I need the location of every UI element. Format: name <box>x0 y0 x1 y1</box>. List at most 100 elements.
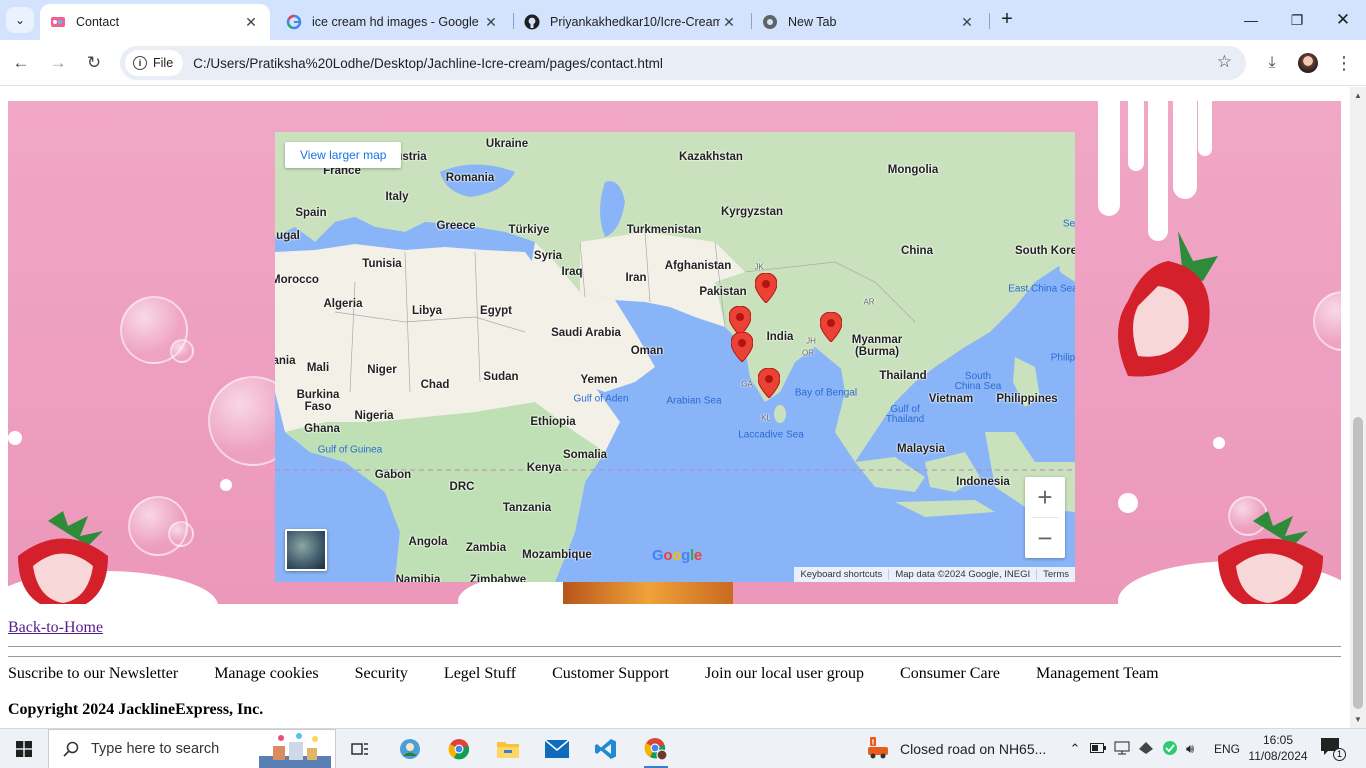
page-viewport: Ukraine Kazakhstan Mongolia Romania Fran… <box>0 87 1350 728</box>
battery-icon[interactable] <box>1090 742 1106 756</box>
copyright-text: Copyright 2024 JacklineExpress, Inc. <box>8 701 264 718</box>
tab-search-button[interactable]: ⌄ <box>6 7 34 33</box>
search-icon <box>63 741 79 757</box>
address-bar[interactable]: i File C:/Users/Pratiksha%20Lodhe/Deskto… <box>120 46 1246 80</box>
windows-logo-icon <box>16 741 32 757</box>
security-shield-icon[interactable] <box>1162 740 1178 759</box>
close-tab-icon[interactable]: ✕ <box>720 14 738 31</box>
vscode-icon[interactable] <box>586 733 626 765</box>
zoom-in-button[interactable]: + <box>1025 477 1065 517</box>
satellite-toggle-button[interactable] <box>285 529 327 571</box>
zoom-out-button[interactable]: − <box>1025 518 1065 558</box>
map-label: Oman <box>630 345 664 357</box>
notification-center-icon[interactable]: 1 <box>1320 737 1346 761</box>
url-text[interactable]: C:/Users/Pratiksha%20Lodhe/Desktop/Jachl… <box>193 56 663 71</box>
close-window-icon[interactable]: ✕ <box>1320 0 1366 40</box>
site-info-chip[interactable]: i File <box>125 50 184 76</box>
map-label: Iraq <box>561 266 583 278</box>
file-explorer-icon[interactable] <box>488 733 528 765</box>
close-tab-icon[interactable]: ✕ <box>242 14 260 31</box>
milk-splash <box>220 479 232 491</box>
info-icon: i <box>133 56 147 70</box>
tab-title: Contact <box>76 15 120 29</box>
restore-icon[interactable]: ❐ <box>1274 0 1320 40</box>
map-label: Egypt <box>480 305 512 317</box>
map-label: Ukraine <box>485 138 529 150</box>
task-view-icon[interactable] <box>340 733 380 765</box>
browser-toolbar: ← → ↻ i File C:/Users/Pratiksha%20Lodhe/… <box>0 40 1366 86</box>
footer-link-legal[interactable]: Legel Stuff <box>444 665 516 683</box>
map-water-label: Gulf of Thailand <box>885 404 925 425</box>
terms-link[interactable]: Terms <box>1036 569 1075 580</box>
google-logo: Google <box>652 547 702 564</box>
download-icon[interactable]: ⤓ <box>1259 50 1285 76</box>
map-label: Burkina Faso <box>296 389 340 413</box>
kebab-menu-icon[interactable]: ⋮ <box>1331 50 1357 76</box>
chrome-profile-taskbar-icon[interactable] <box>636 733 676 768</box>
weather-traffic-widget[interactable]: ! Closed road on NH65... <box>866 729 1046 768</box>
map-label: Afghanistan <box>664 260 732 272</box>
footer-link-support[interactable]: Customer Support <box>552 665 669 683</box>
people-app-icon[interactable] <box>390 733 430 765</box>
footer-link-cookies[interactable]: Manage cookies <box>214 665 318 683</box>
back-arrow-icon[interactable]: ← <box>8 50 34 76</box>
footer-link-consumer-care[interactable]: Consumer Care <box>900 665 1000 683</box>
location-pin-icon[interactable] <box>758 368 780 398</box>
location-pin-icon[interactable] <box>731 332 753 362</box>
map-label: China <box>901 245 933 257</box>
map-label: Malaysia <box>897 443 945 455</box>
mail-icon[interactable] <box>537 733 577 765</box>
bookmark-star-icon[interactable]: ☆ <box>1217 52 1232 72</box>
traffic-alert-icon: ! <box>868 737 888 759</box>
tab-google-images[interactable]: ice cream hd images - Google S ✕ <box>276 4 510 40</box>
tab-github[interactable]: Priyankakhedkar10/Icre-Cream ✕ <box>514 4 748 40</box>
footer-link-newsletter[interactable]: Suscribe to our Newsletter <box>8 665 178 683</box>
close-tab-icon[interactable]: ✕ <box>958 14 976 31</box>
new-tab-plus-icon[interactable]: + <box>996 8 1018 30</box>
minimize-icon[interactable]: — <box>1228 0 1274 40</box>
footer-link-management[interactable]: Management Team <box>1036 665 1159 683</box>
map-water-label: Se <box>1062 218 1075 230</box>
file-label: File <box>153 56 174 70</box>
map-water-label: Gulf of Aden <box>573 393 629 405</box>
contact-banner: Ukraine Kazakhstan Mongolia Romania Fran… <box>8 101 1341 604</box>
windows-start-button[interactable] <box>0 729 48 768</box>
map-zoom-controls: + − <box>1025 477 1065 558</box>
map-water-label: Arabian Sea <box>666 395 722 407</box>
language-indicator[interactable]: ENG <box>1214 742 1240 756</box>
map-label: Kyrgyzstan <box>721 206 783 218</box>
map-label: Türkiye <box>508 224 550 236</box>
location-pin-icon[interactable] <box>820 312 842 342</box>
footer-link-security[interactable]: Security <box>355 665 408 683</box>
view-larger-map-link[interactable]: View larger map <box>285 142 402 168</box>
map-data-text: Map data ©2024 Google, INEGI <box>888 569 1036 580</box>
reload-icon[interactable]: ↻ <box>81 50 107 76</box>
strawberry-image <box>1218 511 1323 604</box>
scroll-down-icon[interactable]: ▼ <box>1354 715 1362 724</box>
system-clock[interactable]: 16:05 11/08/2024 <box>1246 732 1310 764</box>
onedrive-icon[interactable] <box>1138 741 1154 758</box>
map-label: Zambia <box>465 542 507 554</box>
network-icon[interactable] <box>1114 741 1130 758</box>
tab-title: Priyankakhedkar10/Icre-Cream <box>550 15 720 29</box>
scroll-up-icon[interactable]: ▲ <box>1354 91 1362 100</box>
map-label: Mongolia <box>887 164 939 176</box>
show-hidden-icons-chevron-icon[interactable]: ⌃ <box>1066 741 1084 757</box>
tab-contact[interactable]: Contact ✕ <box>40 4 270 40</box>
footer-link-user-group[interactable]: Join our local user group <box>705 665 864 683</box>
map-region-label: AR <box>863 297 875 307</box>
forward-arrow-icon[interactable]: → <box>45 50 71 76</box>
taskbar-search-box[interactable]: Type here to search <box>48 729 336 768</box>
close-tab-icon[interactable]: ✕ <box>482 14 500 31</box>
keyboard-shortcuts-link[interactable]: Keyboard shortcuts <box>794 569 888 580</box>
embedded-google-map[interactable]: Ukraine Kazakhstan Mongolia Romania Fran… <box>275 132 1075 582</box>
volume-icon[interactable]: 🔊︎ <box>1186 741 1202 757</box>
back-to-home-link[interactable]: Back-to-Home <box>8 619 103 637</box>
scrollbar-thumb[interactable] <box>1353 417 1363 709</box>
profile-avatar[interactable] <box>1295 50 1321 76</box>
tab-new-tab[interactable]: New Tab ✕ <box>752 4 986 40</box>
chrome-taskbar-icon[interactable] <box>439 733 479 765</box>
map-label: Saudi Arabia <box>551 327 621 339</box>
page-scrollbar[interactable]: ▲ ▼ <box>1350 87 1366 728</box>
location-pin-icon[interactable] <box>755 273 777 303</box>
